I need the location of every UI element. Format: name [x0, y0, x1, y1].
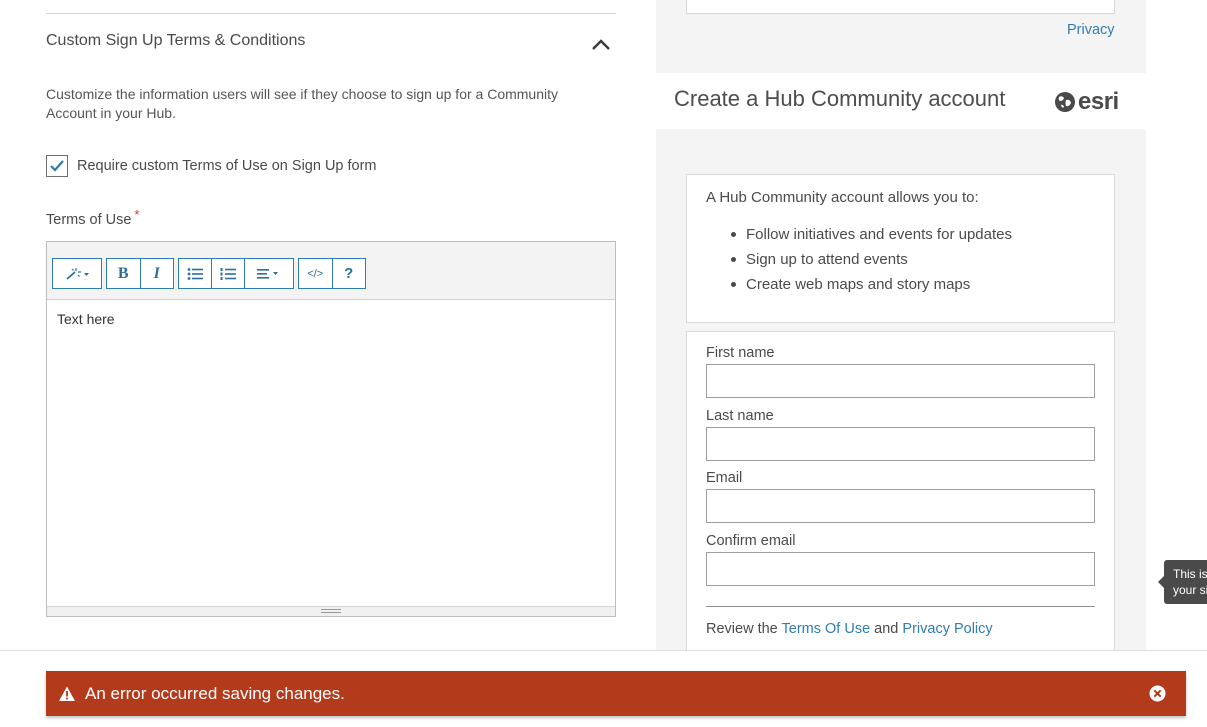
- list-item: Create web maps and story maps: [731, 276, 1095, 293]
- benefits-box: A Hub Community account allows you to: F…: [686, 174, 1115, 323]
- section-description: Customize the information users will see…: [46, 86, 559, 121]
- editor-content[interactable]: Text here: [47, 300, 615, 606]
- style-dropdown-button[interactable]: [53, 259, 101, 288]
- bulleted-list-icon: [187, 267, 203, 280]
- section-title: Custom Sign Up Terms & Conditions: [46, 32, 306, 49]
- review-conjunction: and: [874, 621, 899, 637]
- esri-logo: esri: [1054, 88, 1119, 116]
- list-item: Sign up to attend events: [731, 251, 1095, 268]
- error-alert: An error occurred saving changes.: [46, 671, 1186, 716]
- info-tooltip: This is your si: [1164, 560, 1207, 604]
- review-terms-text: Review the Terms Of Use and Privacy Poli…: [706, 621, 993, 637]
- terms-of-use-label-text: Terms of Use: [46, 212, 132, 228]
- review-prefix: Review the: [706, 621, 778, 637]
- last-name-label: Last name: [706, 408, 774, 424]
- error-message: An error occurred saving changes.: [85, 683, 345, 703]
- toolbar-group-format: B I: [106, 258, 174, 289]
- first-name-label: First name: [706, 345, 775, 361]
- terms-of-use-link[interactable]: Terms Of Use: [782, 621, 871, 637]
- bulleted-list-button[interactable]: [179, 259, 212, 288]
- toolbar-group-style: [52, 258, 102, 289]
- editor-toolbar: B I </> ?: [47, 242, 615, 300]
- terms-of-use-label: Terms of Use *: [46, 207, 139, 228]
- numbered-list-icon: [220, 267, 236, 280]
- italic-button[interactable]: I: [140, 259, 173, 288]
- close-icon[interactable]: [1149, 685, 1166, 702]
- required-marker: *: [134, 207, 140, 222]
- bold-button[interactable]: B: [107, 259, 141, 288]
- align-dropdown-button[interactable]: [245, 259, 293, 288]
- benefits-list: Follow initiatives and events for update…: [706, 226, 1095, 293]
- source-code-button[interactable]: </>: [299, 259, 333, 288]
- toolbar-group-extra: </> ?: [298, 258, 366, 289]
- warning-icon: [59, 686, 75, 701]
- editor-resize-bar[interactable]: [47, 606, 615, 616]
- signup-form: First name Last name Email Confirm email…: [686, 331, 1115, 661]
- section-divider: [46, 13, 616, 14]
- help-button[interactable]: ?: [332, 259, 365, 288]
- toolbar-group-lists: [178, 258, 294, 289]
- esri-logo-text: esri: [1078, 88, 1119, 115]
- rich-text-editor: B I </> ? Text here: [46, 241, 616, 617]
- privacy-policy-link[interactable]: Privacy Policy: [902, 621, 992, 637]
- magic-wand-icon: [66, 267, 89, 280]
- tooltip-line-2: your si: [1173, 583, 1207, 597]
- email-input[interactable]: [706, 489, 1095, 523]
- list-item: Follow initiatives and events for update…: [731, 226, 1095, 243]
- settings-panel: Custom Sign Up Terms & Conditions Custom…: [0, 0, 640, 650]
- align-icon: [257, 268, 278, 279]
- chevron-up-icon[interactable]: [590, 36, 612, 52]
- first-name-input[interactable]: [706, 364, 1095, 398]
- email-label: Email: [706, 470, 743, 486]
- numbered-list-button[interactable]: [212, 259, 245, 288]
- confirm-email-label: Confirm email: [706, 533, 796, 549]
- community-signup-title: Create a Hub Community account: [674, 86, 1006, 111]
- last-name-input[interactable]: [706, 427, 1095, 461]
- require-terms-checkbox-row[interactable]: Require custom Terms of Use on Sign Up f…: [46, 155, 377, 177]
- tooltip-line-1: This is: [1173, 567, 1207, 581]
- resize-grip-icon[interactable]: [321, 609, 341, 613]
- form-divider: [706, 606, 1095, 607]
- globe-icon: [1055, 92, 1075, 112]
- benefits-intro: A Hub Community account allows you to:: [706, 189, 979, 206]
- preview-top-box: [686, 0, 1115, 14]
- confirm-email-input[interactable]: [706, 552, 1095, 586]
- checkmark-icon: [50, 160, 64, 172]
- require-terms-checkbox[interactable]: [46, 155, 68, 177]
- privacy-link[interactable]: Privacy: [1067, 22, 1115, 38]
- require-terms-label: Require custom Terms of Use on Sign Up f…: [77, 158, 377, 174]
